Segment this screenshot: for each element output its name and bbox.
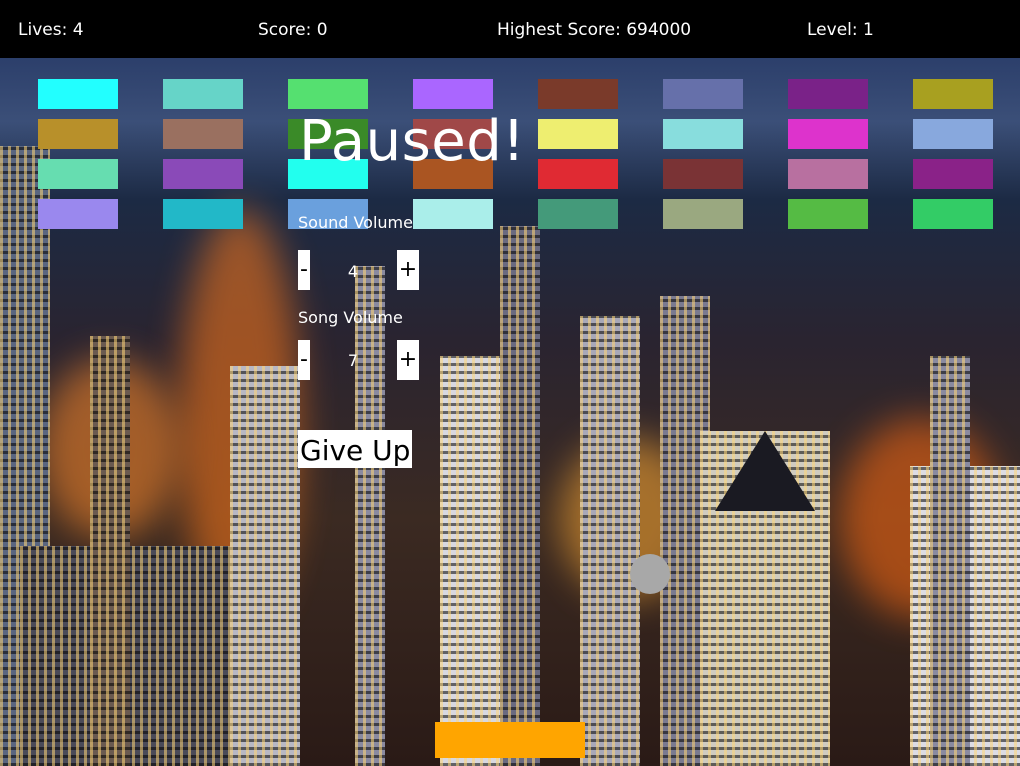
give-up-button[interactable]: Give Up	[298, 430, 413, 468]
brick	[163, 159, 243, 189]
brick	[38, 119, 118, 149]
brick	[788, 199, 868, 229]
brick	[288, 79, 368, 109]
brick	[538, 159, 618, 189]
brick	[538, 119, 618, 149]
brick	[163, 119, 243, 149]
brick	[38, 159, 118, 189]
song-volume-value: 7	[347, 351, 359, 370]
brick	[913, 159, 993, 189]
score-counter: Score: 0	[258, 20, 328, 40]
sound-volume-value: 4	[347, 262, 359, 281]
brick	[413, 79, 493, 109]
brick	[663, 199, 743, 229]
brick	[913, 119, 993, 149]
brick	[38, 199, 118, 229]
brick	[38, 79, 118, 109]
paused-title: Paused!	[299, 109, 526, 174]
brick	[663, 79, 743, 109]
song-volume-increase-button[interactable]: +	[397, 340, 419, 380]
song-volume-label: Song Volume	[298, 308, 403, 327]
brick	[788, 79, 868, 109]
lives-counter: Lives: 4	[18, 20, 84, 40]
paddle[interactable]	[435, 722, 585, 758]
brick	[663, 159, 743, 189]
highest-score-counter: Highest Score: 694000	[497, 20, 692, 40]
sound-volume-label: Sound Volume	[298, 213, 413, 232]
brick	[663, 119, 743, 149]
brick	[788, 159, 868, 189]
hud-bar: Lives: 4 Score: 0 Highest Score: 694000 …	[0, 0, 1020, 58]
brick	[538, 79, 618, 109]
sound-volume-increase-button[interactable]: +	[397, 250, 419, 290]
song-volume-decrease-button[interactable]: -	[298, 340, 310, 380]
ball	[630, 554, 670, 594]
brick	[413, 199, 493, 229]
brick	[538, 199, 618, 229]
brick	[788, 119, 868, 149]
brick	[913, 79, 993, 109]
brick	[163, 79, 243, 109]
brick	[913, 199, 993, 229]
brick	[163, 199, 243, 229]
sound-volume-decrease-button[interactable]: -	[298, 250, 310, 290]
level-counter: Level: 1	[807, 20, 874, 40]
